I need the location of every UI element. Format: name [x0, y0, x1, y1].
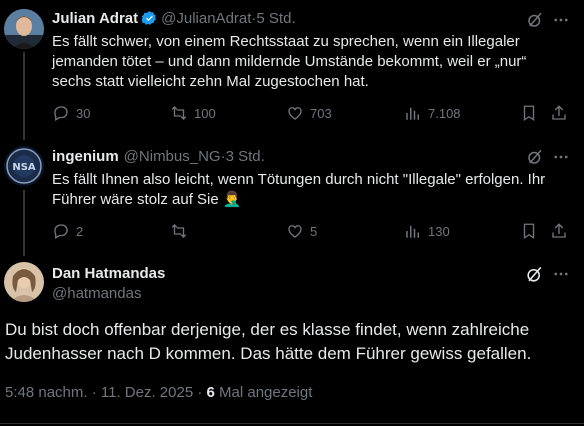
repost-button[interactable]: 100	[170, 104, 216, 122]
view-label: Mal angezeigt	[214, 384, 313, 401]
more-icon[interactable]	[552, 11, 570, 29]
more-icon[interactable]	[552, 148, 570, 166]
avatar[interactable]	[4, 262, 44, 302]
more-icon[interactable]	[552, 265, 570, 283]
timestamp[interactable]: 5:48 nachm. · 11. Dez. 2025 ·	[5, 384, 207, 401]
reply-icon	[54, 106, 68, 121]
avatar[interactable]: NSA	[4, 146, 44, 186]
grok-icon[interactable]	[526, 11, 544, 29]
share-icon[interactable]	[550, 104, 568, 122]
repost-icon	[171, 106, 187, 120]
heart-icon	[288, 107, 302, 120]
repost-button[interactable]	[170, 222, 194, 240]
reply-count: 30	[76, 105, 91, 121]
views-button[interactable]: 7.108	[404, 104, 461, 122]
action-bar: 2 5 130	[52, 222, 572, 242]
repost-icon	[171, 224, 187, 238]
tweet-text: Es fällt Ihnen also leicht, wenn Tötunge…	[52, 171, 546, 208]
action-bar: 30 100 703 7.108	[52, 104, 572, 124]
tweet-text: Es fällt schwer, von einem Rechtsstaat z…	[52, 33, 527, 90]
tweet-text: Du bist doch offenbar derjenige, der es …	[5, 320, 532, 363]
grok-icon[interactable]	[526, 148, 544, 166]
user-name[interactable]: ingenium	[52, 148, 119, 165]
user-handle[interactable]: @Nimbus_NG	[124, 148, 221, 165]
tweet-header: ingenium @Nimbus_NG · 3 Std.	[52, 148, 265, 165]
reply-count: 2	[76, 223, 84, 239]
analytics-icon	[406, 225, 419, 238]
avatar-label: NSA	[12, 162, 36, 173]
reply-button[interactable]: 30	[52, 104, 90, 122]
share-icon[interactable]	[550, 222, 568, 240]
view-count: 130	[428, 223, 450, 239]
repost-count: 100	[194, 105, 216, 121]
tweet-header: Julian Adrat @JulianAdrat · 5 Std.	[52, 10, 296, 27]
user-name[interactable]: Julian Adrat	[52, 10, 138, 27]
tweet-meta: 5:48 nachm. · 11. Dez. 2025 · 6 Mal ange…	[5, 384, 312, 401]
heart-icon	[288, 225, 302, 238]
view-count: 6	[206, 384, 215, 401]
timestamp[interactable]: 3 Std.	[226, 148, 265, 165]
bookmark-icon[interactable]	[520, 104, 538, 122]
view-count: 7.108	[428, 105, 461, 121]
user-name[interactable]: Dan Hatmandas	[52, 265, 165, 282]
user-handle[interactable]: @hatmandas	[52, 285, 141, 302]
thread-line	[23, 52, 25, 140]
reply-button[interactable]: 2	[52, 222, 83, 240]
thread-line	[23, 190, 25, 256]
like-count: 703	[310, 105, 332, 121]
grok-icon[interactable]	[525, 265, 544, 284]
bookmark-icon[interactable]	[520, 222, 538, 240]
analytics-icon	[406, 107, 419, 120]
views-button[interactable]: 130	[404, 222, 450, 240]
verified-badge-icon	[141, 11, 157, 25]
timestamp[interactable]: 5 Std.	[256, 10, 295, 27]
divider	[0, 423, 584, 424]
user-handle[interactable]: @JulianAdrat	[161, 10, 251, 27]
reply-icon	[54, 224, 68, 239]
like-button[interactable]: 5	[286, 222, 317, 240]
like-button[interactable]: 703	[286, 104, 332, 122]
like-count: 5	[310, 223, 318, 239]
avatar[interactable]	[4, 9, 44, 49]
